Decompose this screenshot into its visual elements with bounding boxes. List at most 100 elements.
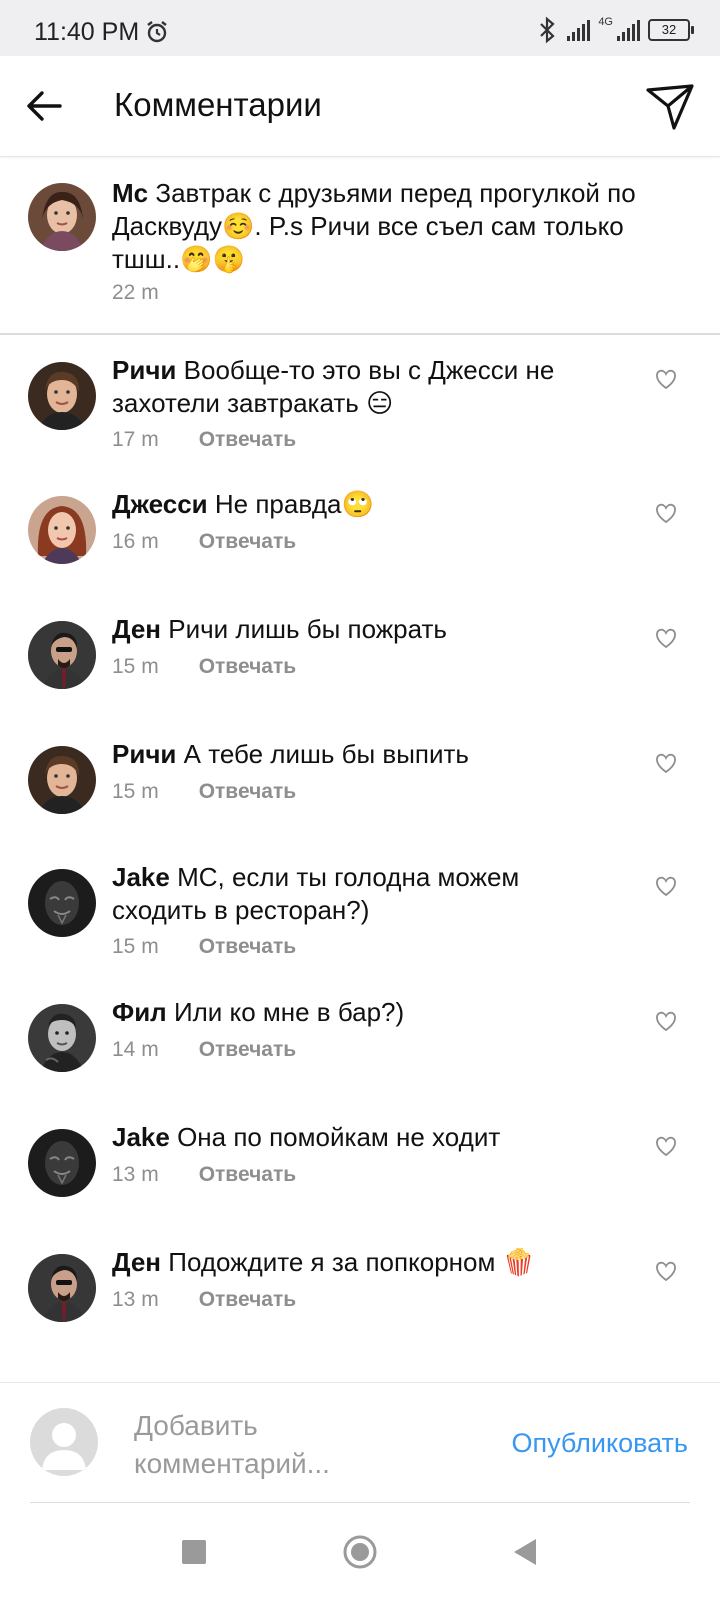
like-heart-icon[interactable] (654, 1010, 678, 1032)
comment-author[interactable]: Ден (112, 614, 161, 644)
alarm-icon (147, 21, 167, 43)
comment-text: А тебе лишь бы выпить (183, 739, 469, 769)
comment-input[interactable]: Добавить комментарий... (134, 1407, 414, 1483)
avatar[interactable] (28, 362, 96, 430)
back-arrow-icon[interactable] (24, 86, 64, 126)
like-heart-icon[interactable] (654, 875, 678, 897)
comment-row: Jake Она по помойкам не ходит 13 m Отвечат… (0, 1105, 720, 1225)
comment-text: Она по помойкам не ходит (177, 1122, 501, 1152)
like-heart-icon[interactable] (654, 752, 678, 774)
comment-author[interactable]: Ден (112, 1247, 161, 1277)
signal-icon-2 (617, 19, 640, 41)
avatar[interactable] (28, 1254, 96, 1322)
avatar[interactable] (28, 869, 96, 937)
avatar-image (28, 1254, 96, 1322)
avatar-image (28, 621, 96, 689)
comment-time: 15 m (112, 935, 159, 958)
comment-text-block: Джесси Не правда🙄 (112, 488, 610, 521)
comment-text-block: Фил Или ко мне в бар?) (112, 996, 610, 1029)
comment-author[interactable]: Jake (112, 862, 170, 892)
comment-time: 16 m (112, 530, 159, 553)
comment-author[interactable]: Джесси (112, 489, 208, 519)
comment-text-block: Ричи Вообще-то это вы с Джесси не захоте… (112, 354, 610, 420)
divider (30, 1502, 690, 1503)
battery-level: 32 (661, 22, 677, 37)
reply-button[interactable]: Отвечать (199, 1163, 296, 1187)
comment-row: Джесси Не правда🙄 16 m Отвечать (0, 472, 720, 592)
comment-text: Или ко мне в бар?) (173, 997, 405, 1027)
avatar[interactable] (28, 1129, 96, 1197)
comment-text-block: Jake MC, если ты голодна можем сходить в… (112, 861, 610, 927)
reply-button[interactable]: Отвечать (199, 1038, 296, 1062)
status-time: 11:40 PM (34, 18, 140, 46)
caption-author[interactable]: Mc (112, 178, 148, 208)
reply-button[interactable]: Отвечать (199, 530, 296, 554)
network-type: 4G (598, 16, 613, 28)
battery-icon: 32 (648, 19, 694, 41)
comment-author[interactable]: Jake (112, 1122, 170, 1152)
avatar[interactable] (28, 183, 96, 251)
comment-time: 17 m (112, 428, 159, 451)
like-heart-icon[interactable] (654, 368, 678, 390)
comment-time: 15 m (112, 655, 159, 678)
comment-author[interactable]: Ричи (112, 739, 176, 769)
comment-text: Подождите я за попкорном 🍿 (168, 1247, 535, 1277)
caption-text-block: Mc Завтрак с друзьями перед прогулкой по… (112, 177, 680, 276)
caption-text: Завтрак с друзьями перед прогулкой по Да… (112, 178, 636, 274)
publish-button[interactable]: Опубликовать (511, 1428, 688, 1459)
avatar-image (28, 1004, 96, 1072)
status-icons: 4G 32 (535, 16, 694, 44)
default-user-icon (42, 1423, 86, 1470)
comment-composer: Добавить комментарий... Опубликовать (0, 1382, 720, 1503)
avatar-image (28, 496, 96, 564)
comment-row: Фил Или ко мне в бар?) 14 m Отвечать (0, 980, 720, 1100)
comment-row: Ричи А тебе лишь бы выпить 15 m Отвечать (0, 722, 720, 842)
comment-row: Ден Ричи лишь бы пожрать 15 m Отвечать (0, 597, 720, 717)
like-heart-icon[interactable] (654, 502, 678, 524)
comment-row: Ден Подождите я за попкорном 🍿 13 m Отвеча… (0, 1230, 720, 1350)
status-bar: 11:40 PM 4G 32 (0, 0, 720, 56)
avatar-image (28, 362, 96, 430)
reply-button[interactable]: Отвечать (199, 1288, 296, 1312)
comment-author[interactable]: Фил (112, 997, 167, 1027)
signal-icon (567, 19, 591, 41)
avatar[interactable] (28, 1004, 96, 1072)
comment-text: Ричи лишь бы пожрать (168, 614, 447, 644)
recents-square-icon[interactable] (176, 1534, 212, 1570)
like-heart-icon[interactable] (654, 1135, 678, 1157)
like-heart-icon[interactable] (654, 627, 678, 649)
comment-author[interactable]: Ричи (112, 355, 176, 385)
comment-meta: 15 m Отвечать (112, 655, 296, 679)
avatar[interactable] (28, 746, 96, 814)
comment-time: 15 m (112, 780, 159, 803)
reply-button[interactable]: Отвечать (199, 780, 296, 804)
system-nav-bar (0, 1504, 720, 1600)
comment-text-block: Ричи А тебе лишь бы выпить (112, 738, 610, 771)
my-avatar (30, 1408, 98, 1476)
avatar-mc-image (28, 183, 96, 251)
comment-time: 13 m (112, 1288, 159, 1311)
comment-row: Jake MC, если ты голодна можем сходить в… (0, 845, 720, 965)
caption-time: 22 m (112, 281, 159, 304)
comment-text-block: Ден Подождите я за попкорном 🍿 (112, 1246, 610, 1279)
comment-meta: 17 m Отвечать (112, 428, 296, 452)
comment-text: Не правда🙄 (214, 489, 374, 519)
avatar[interactable] (28, 621, 96, 689)
like-heart-icon[interactable] (654, 1260, 678, 1282)
comment-meta: 16 m Отвечать (112, 530, 296, 554)
page-title: Комментарии (114, 86, 322, 123)
avatar-image (28, 1129, 96, 1197)
bluetooth-icon (540, 16, 555, 44)
send-icon[interactable] (644, 80, 696, 132)
reply-button[interactable]: Отвечать (199, 428, 296, 452)
back-triangle-icon[interactable] (508, 1534, 544, 1570)
avatar[interactable] (28, 496, 96, 564)
comment-text: Вообще-то это вы с Джесси не захотели за… (112, 355, 555, 418)
avatar-image (28, 869, 96, 937)
comment-row: Ричи Вообще-то это вы с Джесси не захоте… (0, 338, 720, 458)
reply-button[interactable]: Отвечать (199, 655, 296, 679)
comment-meta: 13 m Отвечать (112, 1288, 296, 1312)
comment-text-block: Jake Она по помойкам не ходит (112, 1121, 610, 1154)
home-circle-icon[interactable] (342, 1534, 378, 1570)
reply-button[interactable]: Отвечать (199, 935, 296, 959)
